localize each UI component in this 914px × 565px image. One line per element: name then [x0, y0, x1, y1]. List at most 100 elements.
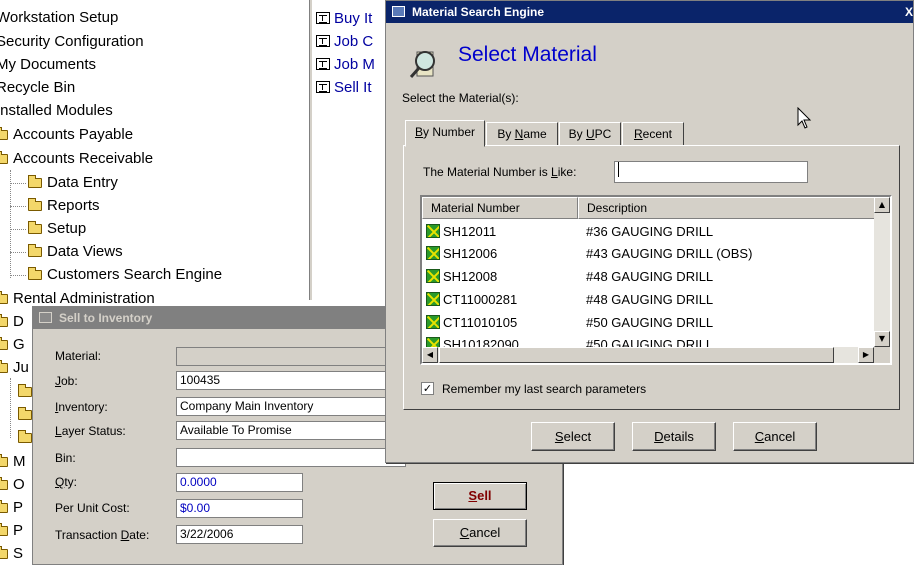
- tree-connector-line: [10, 229, 26, 230]
- tree-item-label: Workstation Setup: [0, 9, 119, 26]
- layer-status-field[interactable]: Available To Promise: [176, 421, 406, 440]
- vertical-scrollbar[interactable]: ▲ ▼: [874, 197, 890, 347]
- tree-item-data-views[interactable]: Data Views: [28, 240, 123, 263]
- tree-item-partial[interactable]: Ju: [0, 356, 29, 379]
- inventory-field[interactable]: Company Main Inventory: [176, 397, 406, 416]
- folder-icon: [0, 127, 8, 140]
- tree-item-workstation-setup[interactable]: Workstation Setup: [0, 6, 118, 29]
- scrollbar-corner: [874, 347, 890, 363]
- folder-icon: [0, 360, 8, 373]
- list-item-label: Job C: [334, 33, 374, 50]
- folder-icon: [0, 477, 8, 490]
- tree-connector-line: [10, 378, 11, 438]
- folder-icon: [18, 430, 32, 443]
- select-button[interactable]: Select: [531, 422, 615, 451]
- list-item-job-m[interactable]: Job M: [316, 54, 375, 76]
- tab-recent[interactable]: Recent: [622, 122, 684, 146]
- material-description: #43 GAUGING DRILL (OBS): [586, 246, 753, 261]
- tree-item-partial[interactable]: D: [0, 310, 24, 333]
- list-item[interactable]: CT11000281: [422, 289, 517, 311]
- tree-item-label: D: [13, 313, 24, 330]
- text-cursor: [618, 162, 619, 177]
- tab-by-number[interactable]: By Number: [405, 120, 485, 147]
- tree-item-partial[interactable]: G: [0, 333, 25, 356]
- tab-by-name[interactable]: By Name: [486, 122, 558, 146]
- list-item[interactable]: SH12008: [422, 266, 497, 288]
- transaction-date-field[interactable]: 3/22/2006: [176, 525, 303, 544]
- cancel-button[interactable]: Cancel: [433, 519, 527, 547]
- tree-item-partial[interactable]: P: [0, 519, 23, 542]
- list-item[interactable]: SH12006: [422, 243, 497, 265]
- job-field[interactable]: 100435: [176, 371, 406, 390]
- scroll-up-icon[interactable]: ▲: [874, 197, 890, 213]
- inventory-label: Inventory:: [55, 400, 108, 414]
- form-icon: [316, 81, 330, 93]
- tree-item-recycle-bin[interactable]: Recycle Bin: [0, 76, 75, 99]
- details-button[interactable]: Details: [632, 422, 716, 451]
- material-number: SH12011: [443, 224, 497, 239]
- material-description: #50 GAUGING DRILL: [586, 315, 714, 330]
- tab-by-upc[interactable]: By UPC: [559, 122, 621, 146]
- folder-icon: [0, 523, 8, 536]
- tree-item-label: O: [13, 476, 25, 493]
- tree-item-label: M: [13, 453, 26, 470]
- tree-connector-line: [10, 170, 11, 278]
- tree-item-label: Rental Administration: [13, 290, 155, 307]
- material-description: #36 GAUGING DRILL: [586, 224, 714, 239]
- qty-field[interactable]: 0.0000: [176, 473, 303, 492]
- folder-icon: [0, 546, 8, 559]
- tree-item-partial[interactable]: M: [0, 450, 26, 473]
- tree-item-accounts-payable[interactable]: Accounts Payable: [0, 123, 133, 146]
- list-item-job-c[interactable]: Job C: [316, 31, 373, 53]
- tree-item-reports[interactable]: Reports: [28, 194, 100, 217]
- scroll-down-icon[interactable]: ▼: [874, 331, 890, 347]
- dialog-titlebar[interactable]: Material Search Engine X: [386, 1, 913, 23]
- horizontal-scroll-thumb[interactable]: [439, 347, 834, 363]
- tree-item-partial[interactable]: P: [0, 496, 23, 519]
- tree-item-installed-modules[interactable]: Installed Modules: [0, 99, 113, 122]
- scroll-right-icon[interactable]: ▶: [858, 347, 874, 363]
- tree-item-label: Reports: [47, 197, 100, 214]
- column-header-description[interactable]: Description: [578, 197, 876, 219]
- tree-item-partial[interactable]: O: [0, 473, 25, 496]
- material-number: CT11000281: [443, 292, 518, 307]
- per-unit-cost-label: Per Unit Cost:: [55, 501, 130, 515]
- tree-item-data-entry[interactable]: Data Entry: [28, 171, 118, 194]
- tree-connector-line: [10, 275, 26, 276]
- list-item-label: Job M: [334, 56, 375, 73]
- material-description: #48 GAUGING DRILL: [586, 292, 714, 307]
- tree-item-customers-search-engine[interactable]: Customers Search Engine: [28, 263, 222, 286]
- tree-item-security-configuration[interactable]: Security Configuration: [0, 30, 144, 53]
- tree-item-my-documents[interactable]: My Documents: [0, 53, 96, 76]
- folder-icon: [0, 291, 8, 304]
- material-number-search-input[interactable]: [614, 161, 808, 183]
- select-materials-label: Select the Material(s):: [402, 91, 519, 105]
- list-item[interactable]: SH12011: [422, 221, 496, 243]
- per-unit-cost-field[interactable]: $0.00: [176, 499, 303, 518]
- material-field[interactable]: [176, 347, 406, 366]
- folder-icon: [0, 151, 8, 164]
- tree-item-label: Accounts Payable: [13, 126, 134, 143]
- tree-item-accounts-receivable[interactable]: Accounts Receivable: [0, 147, 153, 170]
- bin-label: Bin:: [55, 451, 76, 465]
- job-label: Job:: [55, 374, 78, 388]
- material-number: CT11010105: [443, 315, 518, 330]
- column-header-material-number[interactable]: Material Number: [422, 197, 578, 219]
- cancel-button[interactable]: Cancel: [733, 422, 817, 451]
- close-icon[interactable]: X: [905, 1, 914, 23]
- sell-button[interactable]: Sell: [433, 482, 527, 510]
- horizontal-scrollbar[interactable]: ◀ ▶: [422, 347, 874, 363]
- tree-item-setup[interactable]: Setup: [28, 217, 86, 240]
- materials-list[interactable]: Material Number Description SH12011 #36 …: [420, 195, 892, 365]
- form-icon: [316, 58, 330, 70]
- remember-checkbox[interactable]: ✓: [421, 382, 434, 395]
- tree-item-label: Security Configuration: [0, 33, 144, 50]
- list-item[interactable]: CT11010105: [422, 312, 517, 334]
- list-item-sell-it[interactable]: Sell It: [316, 77, 372, 99]
- bin-field[interactable]: [176, 448, 406, 467]
- window-icon: [392, 6, 405, 17]
- tree-item-partial[interactable]: S: [0, 542, 23, 565]
- list-item-buy-it[interactable]: Buy It: [316, 8, 372, 30]
- tree-item-label: P: [13, 499, 24, 516]
- scroll-left-icon[interactable]: ◀: [422, 347, 438, 363]
